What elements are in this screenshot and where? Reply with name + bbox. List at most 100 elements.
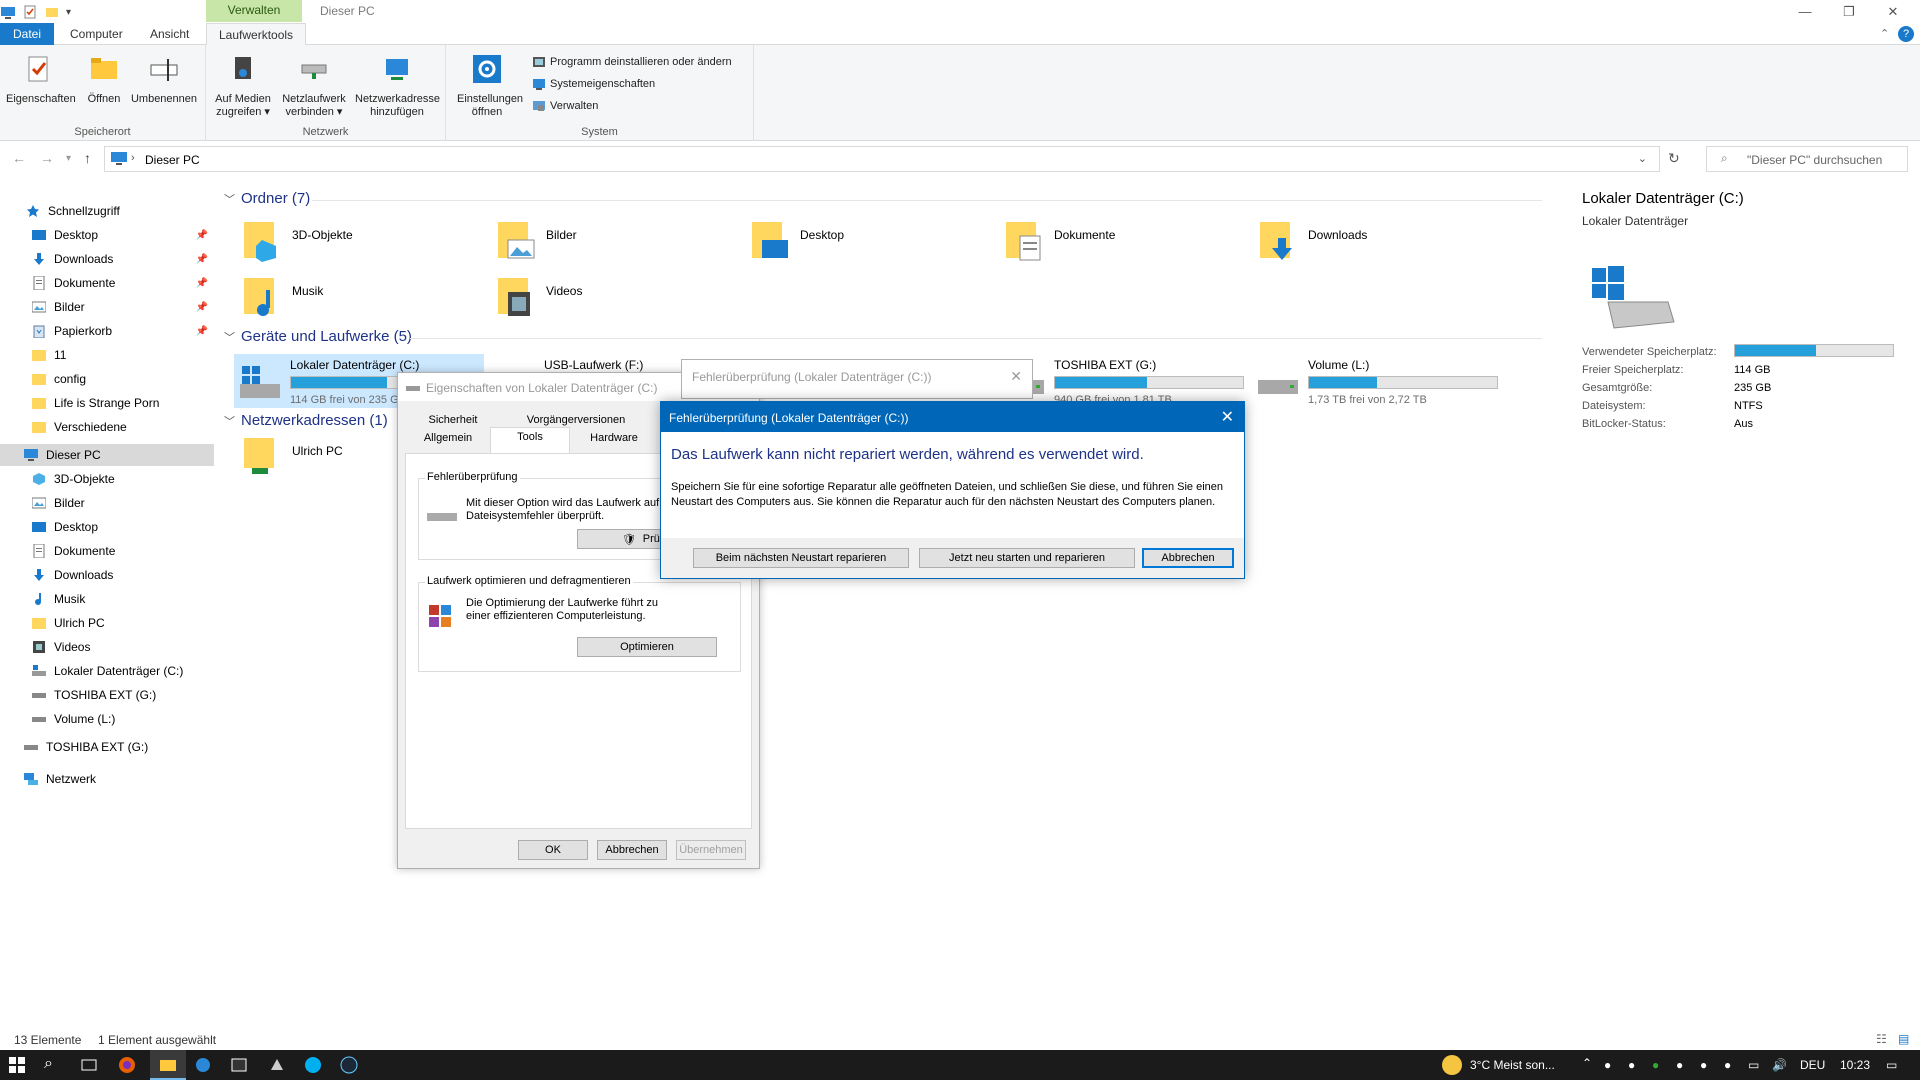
oeffnen-button[interactable]: Öffnen: [80, 53, 128, 106]
dialog-titlebar[interactable]: Fehlerüberprüfung (Lokaler Datenträger (…: [661, 402, 1244, 432]
up-arrow-icon[interactable]: ↑: [84, 150, 91, 166]
security-shield-icon[interactable]: ●: [1652, 1058, 1659, 1072]
refresh-icon[interactable]: ↻: [1668, 150, 1680, 167]
clock[interactable]: 10:23: [1840, 1058, 1870, 1072]
sidebar-item-schnellzugriff[interactable]: Schnellzugriff: [0, 200, 214, 222]
tab-laufwerktools[interactable]: Laufwerktools: [206, 23, 307, 45]
search-icon[interactable]: ⌕: [44, 1055, 53, 1073]
tiles-view-icon[interactable]: ▤: [1898, 1032, 1909, 1046]
sidebar-item-downloads-pc[interactable]: Downloads: [0, 564, 214, 586]
folder-bilder[interactable]: Bilder: [496, 218, 736, 268]
tray-app-icon[interactable]: ●: [1604, 1058, 1611, 1072]
restart-and-repair-button[interactable]: Jetzt neu starten und reparieren: [919, 548, 1135, 568]
sidebar-item-ulrich-pc[interactable]: Ulrich PC: [0, 612, 214, 634]
search-input[interactable]: ⌕ "Dieser PC" durchsuchen: [1706, 146, 1908, 172]
tray-app-icon[interactable]: ●: [1676, 1058, 1683, 1072]
folder-desktop[interactable]: Desktop: [750, 218, 990, 268]
einstellungen-oeffnen-button[interactable]: Einstellungen öffnen: [452, 53, 523, 119]
close-button[interactable]: ✕: [1878, 2, 1908, 24]
minimize-button[interactable]: —: [1790, 2, 1820, 24]
folder-videos[interactable]: Videos: [496, 274, 736, 324]
repair-on-restart-button[interactable]: Beim nächsten Neustart reparieren: [693, 548, 909, 568]
app-icon[interactable]: [194, 1056, 212, 1074]
address-dropdown-icon[interactable]: ⌄: [1638, 152, 1647, 165]
sidebar-item-bilder[interactable]: Bilder 📌: [0, 296, 214, 318]
sidebar-item-toshiba-ext-root[interactable]: TOSHIBA EXT (G:): [0, 736, 214, 758]
sidebar-item-papierkorb[interactable]: Papierkorb 📌: [0, 320, 214, 342]
details-view-icon[interactable]: ☷: [1876, 1032, 1887, 1046]
netzlaufwerk-verbinden-button[interactable]: Netzlaufwerk verbinden ▾: [278, 53, 350, 119]
close-icon[interactable]: ✕: [1221, 407, 1234, 427]
section-header-netzwerkadressen[interactable]: ﹀ Netzwerkadressen (1): [224, 412, 388, 429]
auf-medien-zugreifen-button[interactable]: Auf Medien zugreifen ▾: [210, 53, 276, 119]
sidebar-item-3d-objekte[interactable]: 3D-Objekte: [0, 468, 214, 490]
optimieren-button[interactable]: Optimieren: [577, 637, 717, 657]
tab-computer[interactable]: Computer: [58, 23, 135, 45]
drive-g[interactable]: TOSHIBA EXT (G:) 940 GB frei von 1,81 TB: [998, 354, 1248, 408]
sidebar-item-toshiba-ext[interactable]: TOSHIBA EXT (G:): [0, 684, 214, 706]
help-icon[interactable]: ?: [1898, 26, 1914, 42]
section-header-ordner[interactable]: ﹀ Ordner (7): [224, 190, 310, 207]
sidebar-item-videos[interactable]: Videos: [0, 636, 214, 658]
sidebar-item-volume-l[interactable]: Volume (L:): [0, 708, 214, 730]
sidebar-item-dokumente-pc[interactable]: Dokumente: [0, 540, 214, 562]
task-view-icon[interactable]: [80, 1056, 98, 1074]
sidebar-item-11[interactable]: 11: [0, 344, 214, 366]
forward-arrow-icon[interactable]: →: [40, 150, 54, 166]
netzwerkadresse-hinzufuegen-button[interactable]: Netzwerkadresse hinzufügen: [352, 53, 442, 119]
collapse-ribbon-icon[interactable]: ⌃: [1880, 27, 1889, 40]
skype-icon[interactable]: [304, 1056, 322, 1074]
language-indicator[interactable]: DEU: [1800, 1058, 1825, 1072]
taskbar-explorer-active[interactable]: [150, 1050, 186, 1080]
recent-locations-icon[interactable]: ▾: [66, 153, 71, 164]
apply-button[interactable]: Übernehmen: [676, 840, 746, 860]
address-bar[interactable]: › Dieser PC ⌄: [104, 146, 1660, 172]
sidebar-item-dieser-pc[interactable]: Dieser PC: [0, 444, 214, 466]
folder-musik[interactable]: Musik: [242, 274, 482, 324]
start-windows-icon[interactable]: [8, 1056, 26, 1074]
sidebar-item-netzwerk[interactable]: Netzwerk: [0, 768, 214, 790]
sidebar-item-musik[interactable]: Musik: [0, 588, 214, 610]
sidebar-item-life-is-strange[interactable]: Life is Strange Porn: [0, 392, 214, 414]
sidebar-item-lokaler-datentraeger[interactable]: Lokaler Datenträger (C:): [0, 660, 214, 682]
tab-hardware[interactable]: Hardware: [572, 429, 656, 447]
tab-sicherheit[interactable]: Sicherheit: [406, 411, 500, 429]
tray-app-icon[interactable]: ●: [1628, 1058, 1635, 1072]
sidebar-item-dokumente[interactable]: Dokumente 📌: [0, 272, 214, 294]
terminal-icon[interactable]: [230, 1056, 248, 1074]
tab-tools[interactable]: Tools: [490, 427, 570, 454]
folder-downloads[interactable]: Downloads: [1258, 218, 1498, 268]
sidebar-item-config[interactable]: config: [0, 368, 214, 390]
programm-deinstallieren-button[interactable]: Programm deinstallieren oder ändern: [532, 55, 732, 69]
ok-button[interactable]: OK: [518, 840, 588, 860]
sidebar-item-verschiedene[interactable]: Verschiedene: [0, 416, 214, 438]
sidebar-item-downloads[interactable]: Downloads 📌: [0, 248, 214, 270]
umbenennen-button[interactable]: Umbenennen: [128, 53, 200, 106]
section-header-laufwerke[interactable]: ﹀ Geräte und Laufwerke (5): [224, 328, 412, 345]
maximize-button[interactable]: ❐: [1834, 2, 1864, 24]
systemeigenschaften-button[interactable]: Systemeigenschaften: [532, 77, 655, 91]
drive-l[interactable]: Volume (L:) 1,73 TB frei von 2,72 TB: [1252, 354, 1502, 408]
tab-allgemein[interactable]: Allgemein: [406, 429, 490, 447]
properties-icon[interactable]: [22, 4, 38, 20]
tray-app-icon[interactable]: ●: [1700, 1058, 1707, 1072]
steam-icon[interactable]: [340, 1056, 358, 1074]
close-icon[interactable]: ✕: [1010, 368, 1022, 385]
sidebar-item-desktop[interactable]: Desktop 📌: [0, 224, 214, 246]
abbrechen-button[interactable]: Abbrechen: [1142, 548, 1234, 568]
breadcrumb-chevron-icon[interactable]: ›: [131, 152, 135, 164]
new-folder-icon[interactable]: [44, 4, 60, 20]
tray-expand-icon[interactable]: ⌃: [1582, 1056, 1592, 1070]
weather-text[interactable]: 3°C Meist son...: [1470, 1058, 1555, 1072]
customize-qat-icon[interactable]: ▾: [66, 7, 71, 18]
back-arrow-icon[interactable]: ←: [12, 150, 26, 166]
notifications-icon[interactable]: ▭: [1886, 1058, 1897, 1072]
cancel-button[interactable]: Abbrechen: [597, 840, 667, 860]
firefox-icon[interactable]: [118, 1056, 136, 1074]
app-icon[interactable]: [268, 1056, 286, 1074]
tab-ansicht[interactable]: Ansicht: [138, 23, 201, 45]
network-icon[interactable]: ▭: [1748, 1058, 1759, 1072]
verwalten-button[interactable]: Verwalten: [532, 99, 598, 113]
steam-tray-icon[interactable]: ●: [1724, 1058, 1731, 1072]
breadcrumb[interactable]: Dieser PC: [145, 153, 200, 167]
